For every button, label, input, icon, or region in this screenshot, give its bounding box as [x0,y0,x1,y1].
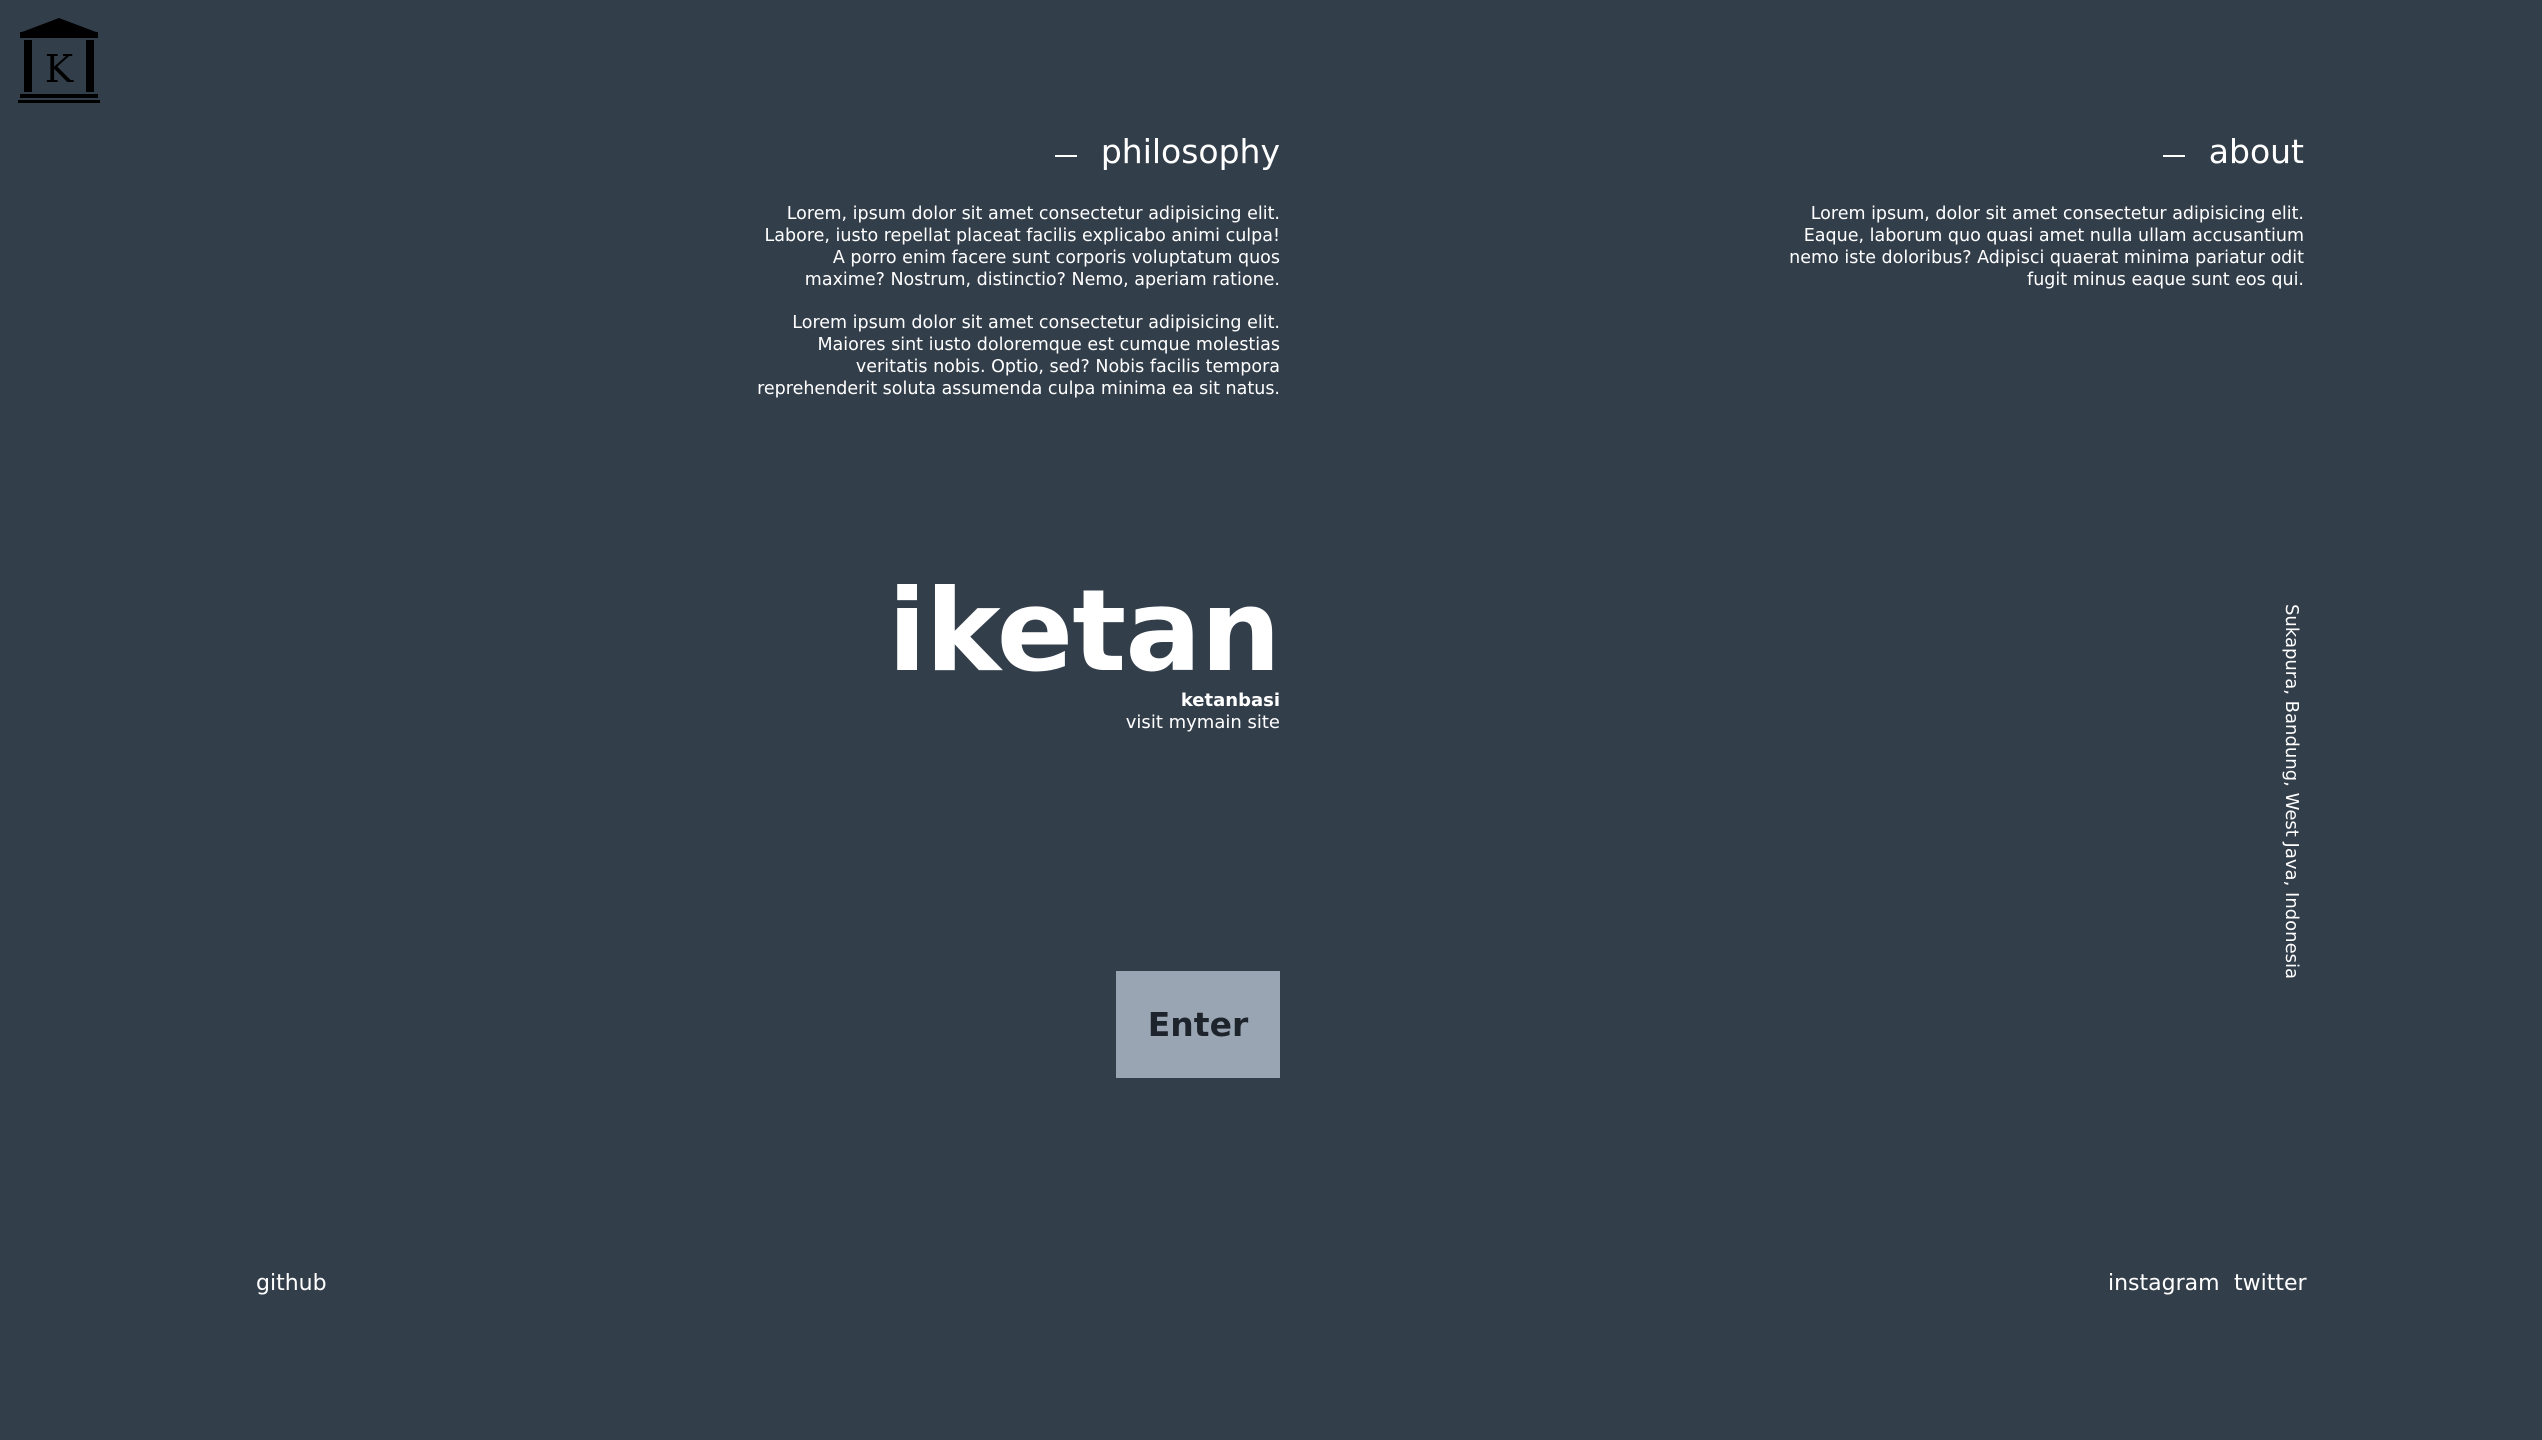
philosophy-heading-label: philosophy [1100,132,1280,171]
temple-k-logo-icon[interactable]: K [18,16,100,104]
about-heading: about [2162,130,2304,174]
philosophy-paragraph-1: Lorem, ipsum dolor sit amet consectetur … [764,204,1280,290]
philosophy-paragraph-2: Lorem ipsum dolor sit amet consectetur a… [757,313,1280,399]
twitter-link[interactable]: twitter [2234,1270,2307,1298]
location-text: Sukapura, Bandung, West Java, Indonesia [2281,604,2302,980]
about-text: Lorem ipsum, dolor sit amet consectetur … [1774,203,2304,312]
enter-button[interactable]: Enter [1116,971,1280,1078]
philosophy-text: Lorem, ipsum dolor sit amet consectetur … [750,203,1280,421]
about-heading-label: about [2208,132,2304,171]
about-paragraph-1: Lorem ipsum, dolor sit amet consectetur … [1789,204,2304,290]
logo-letter: K [45,47,74,91]
brand-title: iketan [887,565,1281,697]
landing-page: K philosophy Lorem, ipsum dolor sit amet… [0,0,2542,1440]
philosophy-heading: philosophy [1054,130,1280,174]
main-site-link[interactable]: visit mymain site [888,712,1280,734]
brand-block: iketan ketanbasi visit mymain site [887,565,1281,734]
heading-dash [1054,155,1077,157]
github-link[interactable]: github [256,1270,327,1298]
instagram-link[interactable]: instagram [2108,1270,2220,1298]
heading-dash [2162,155,2185,157]
